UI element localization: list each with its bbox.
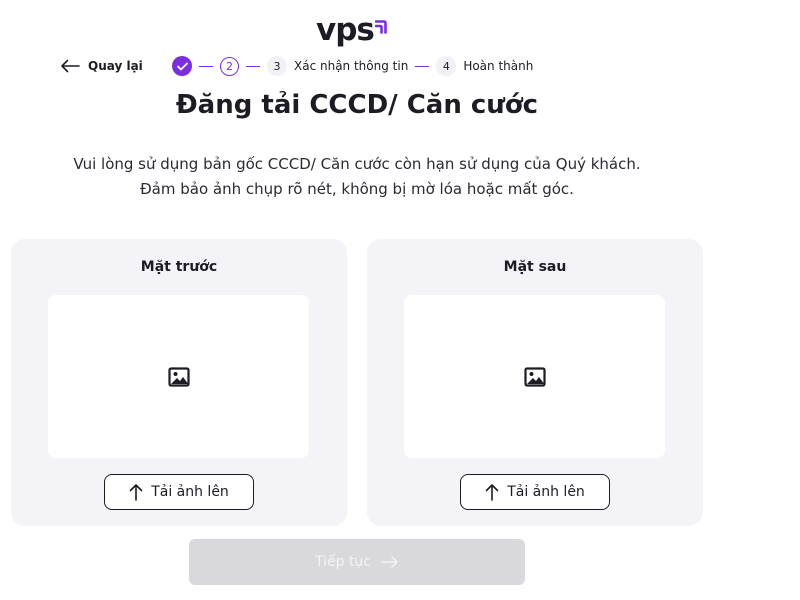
vps-logo: vps [316,8,387,46]
step-3-number: 3 [267,56,287,76]
page: vps Quay lại 2 3 Xác nhận thông tin 4 Ho… [0,0,800,600]
front-upload-label: Tải ảnh lên [151,484,229,500]
back-side-card: Mặt sau Tải ảnh lên [367,239,703,526]
back-image-preview[interactable] [404,295,665,458]
page-description: Vui lòng sử dụng bản gốc CCCD/ Căn cước … [0,152,714,202]
logo-mark-icon [374,20,387,34]
arrow-right-icon [381,556,398,568]
back-side-title: Mặt sau [503,259,567,275]
arrow-up-icon [485,484,499,501]
logo-text: vps [316,12,375,48]
step-2-current: 2 [220,56,239,76]
front-upload-button[interactable]: Tải ảnh lên [104,474,254,510]
step-connector [246,65,260,67]
arrow-left-icon [61,59,80,73]
back-upload-label: Tải ảnh lên [507,484,585,500]
stepper: 2 3 Xác nhận thông tin 4 Hoàn thành [172,55,533,77]
image-icon [167,366,190,387]
description-line-1: Vui lòng sử dụng bản gốc CCCD/ Căn cước … [73,155,641,173]
check-icon [176,62,188,70]
step-connector [199,65,213,67]
step-3-label: Xác nhận thông tin [294,59,409,73]
step-1-completed [172,56,192,76]
back-button[interactable]: Quay lại [60,56,143,76]
front-side-card: Mặt trước Tải ảnh lên [11,239,347,526]
continue-button[interactable]: Tiếp tục [189,539,525,585]
description-line-2: Đảm bảo ảnh chụp rõ nét, không bị mờ lóa… [140,180,574,198]
step-4-label: Hoàn thành [463,59,534,73]
continue-label: Tiếp tục [314,554,372,570]
back-upload-button[interactable]: Tải ảnh lên [460,474,610,510]
front-image-preview[interactable] [48,295,309,458]
back-label: Quay lại [88,59,143,73]
front-side-title: Mặt trước [140,259,218,275]
step-4-number: 4 [436,56,457,76]
image-icon [523,366,546,387]
page-title: Đăng tải CCCD/ Căn cước [175,90,539,120]
arrow-up-icon [129,484,143,501]
step-connector [415,65,430,67]
